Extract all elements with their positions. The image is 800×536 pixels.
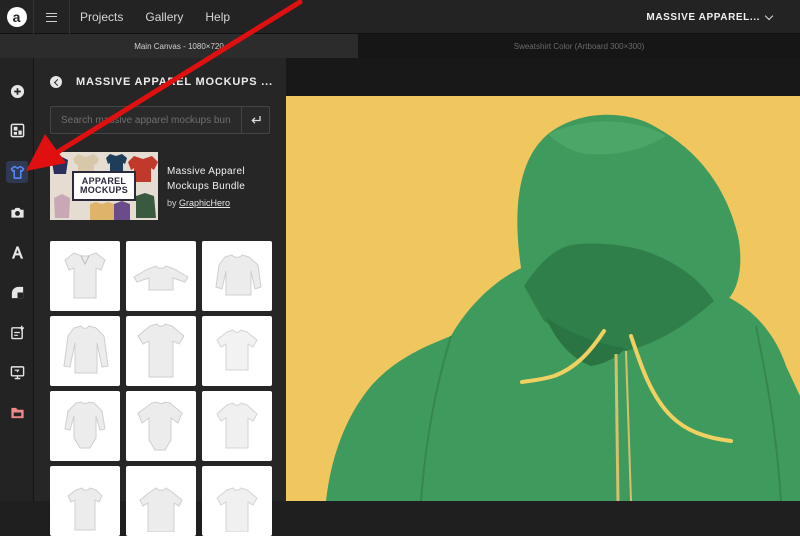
mockup-grid: [50, 241, 272, 536]
polo-shirt-icon: [64, 252, 106, 299]
crewneck-sweatshirt-icon: [133, 265, 189, 291]
mockups-icon[interactable]: [6, 161, 28, 183]
artboard[interactable]: [286, 96, 800, 501]
mockup-hoodie[interactable]: [126, 466, 196, 536]
mockup-sweatshirt[interactable]: [202, 241, 272, 311]
back-arrow-icon[interactable]: [50, 76, 62, 88]
project-name: MASSIVE APPAREL...: [646, 11, 760, 23]
t-shirt-icon: [216, 329, 258, 371]
mockup-baby-bodysuit[interactable]: [126, 391, 196, 461]
add-icon[interactable]: [6, 80, 28, 102]
top-bar: a Projects Gallery Help MASSIVE APPAREL.…: [0, 0, 800, 34]
search-submit-button[interactable]: [241, 107, 269, 133]
sweatshirt-icon: [215, 254, 262, 296]
by-label: by: [167, 198, 177, 208]
chevron-down-icon: [764, 11, 774, 20]
templates-icon[interactable]: [6, 119, 28, 141]
baby-bodysuit-long-sleeve-icon: [64, 401, 106, 449]
shapes-icon[interactable]: [6, 281, 28, 303]
app-logo[interactable]: a: [0, 0, 34, 34]
main-nav: Projects Gallery Help: [80, 0, 230, 34]
t-shirt-plain-icon: [216, 487, 258, 532]
mockup-tank-top[interactable]: [50, 466, 120, 536]
t-shirt-flat-icon: [137, 323, 185, 378]
mockup-crewneck-sweatshirt[interactable]: [126, 241, 196, 311]
bundle-card[interactable]: APPAREL MOCKUPS Massive Apparel Mockups …: [50, 152, 272, 220]
tank-top-icon: [67, 487, 103, 531]
bundle-thumbnail: APPAREL MOCKUPS: [50, 152, 158, 220]
mockup-t-shirt-flat[interactable]: [126, 316, 196, 386]
mockup-t-shirt-plain[interactable]: [202, 466, 272, 536]
bundle-author-line: by GraphicHero: [167, 198, 257, 208]
tab-main-canvas[interactable]: Main Canvas - 1080×720: [0, 34, 358, 58]
author-link[interactable]: GraphicHero: [179, 198, 230, 208]
menu-button[interactable]: [34, 0, 70, 34]
search-input[interactable]: [51, 107, 241, 133]
hoodie-mockup-image: [326, 114, 800, 501]
tab-sweatshirt-color[interactable]: Sweatshirt Color (Artboard 300×300): [358, 34, 800, 58]
tool-sidebar: [0, 58, 34, 501]
hoodie-icon: [139, 487, 183, 532]
kids-t-shirt-icon: [216, 402, 258, 449]
bundle-badge: APPAREL MOCKUPS: [72, 171, 136, 201]
nav-projects[interactable]: Projects: [80, 10, 123, 24]
mockup-baby-bodysuit-long-sleeve[interactable]: [50, 391, 120, 461]
mockups-panel: MASSIVE APPAREL MOCKUPS ... APPAREL MOCK…: [34, 58, 286, 536]
camera-icon[interactable]: [6, 201, 28, 223]
screen-icon[interactable]: [6, 361, 28, 383]
project-menu[interactable]: MASSIVE APPAREL...: [646, 0, 774, 34]
design-canvas[interactable]: [286, 58, 800, 501]
nav-help[interactable]: Help: [205, 10, 230, 24]
bundle-name: Massive Apparel Mockups Bundle: [167, 166, 246, 192]
panel-title: MASSIVE APPAREL MOCKUPS ...: [76, 76, 273, 88]
mockup-kids-t-shirt[interactable]: [202, 391, 272, 461]
canvas-tabs: Main Canvas - 1080×720 Sweatshirt Color …: [0, 34, 800, 58]
text-icon[interactable]: [6, 241, 28, 263]
enter-icon: [250, 116, 261, 124]
search-box: [50, 106, 270, 134]
nav-gallery[interactable]: Gallery: [145, 10, 183, 24]
mockup-t-shirt[interactable]: [202, 316, 272, 386]
long-sleeve-shirt-icon: [63, 325, 109, 374]
badge-line-2: MOCKUPS: [79, 185, 129, 195]
folder-icon[interactable]: [6, 401, 28, 423]
mockup-long-sleeve-shirt[interactable]: [50, 316, 120, 386]
bundle-info: Massive Apparel Mockups Bundle by Graphi…: [167, 164, 257, 208]
panel-header: MASSIVE APPAREL MOCKUPS ...: [34, 58, 286, 106]
logo-icon: a: [6, 7, 27, 27]
baby-bodysuit-icon: [137, 401, 183, 451]
add-page-icon[interactable]: [6, 321, 28, 343]
hamburger-icon: [46, 12, 57, 22]
mockup-polo-shirt[interactable]: [50, 241, 120, 311]
